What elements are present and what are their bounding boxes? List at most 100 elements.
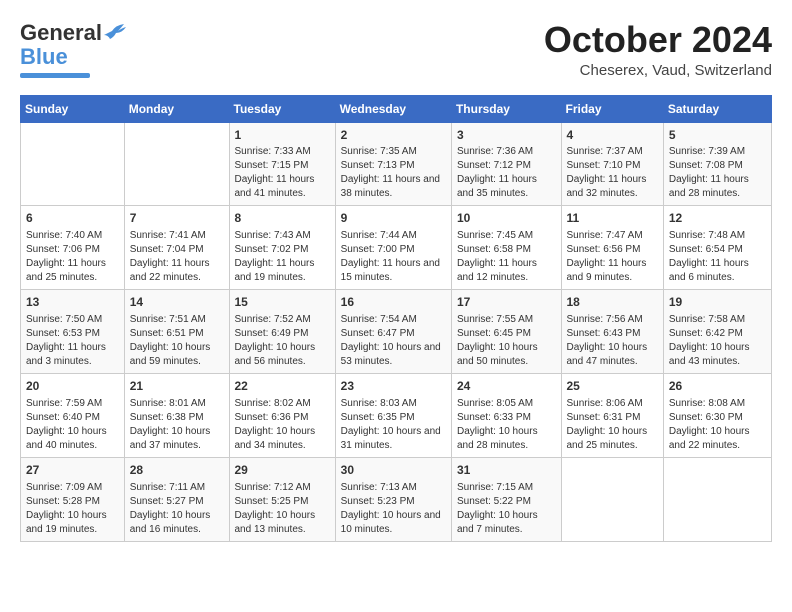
page-header: General Blue October 2024 Cheserex, Vaud… [20,20,772,79]
day-info: Sunrise: 7:56 AM Sunset: 6:43 PM Dayligh… [567,313,658,369]
day-number: 19 [669,294,766,311]
calendar-header-row: SundayMondayTuesdayWednesdayThursdayFrid… [21,95,772,122]
logo-bar [20,73,90,78]
calendar-body: 1Sunrise: 7:33 AM Sunset: 7:15 PM Daylig… [21,122,772,541]
day-number: 14 [130,294,224,311]
calendar-cell [21,122,125,206]
day-info: Sunrise: 7:11 AM Sunset: 5:27 PM Dayligh… [130,481,224,537]
calendar-cell: 11 Sunrise: 7:47 AM Sunset: 6:56 PM Dayli… [561,206,663,290]
calendar-cell: 7Sunrise: 7:41 AM Sunset: 7:04 PM Daylig… [124,206,229,290]
week-row-2: 13Sunrise: 7:50 AM Sunset: 6:53 PM Dayli… [21,290,772,374]
day-header-friday: Friday [561,95,663,122]
day-number: 25 [567,378,658,395]
day-number: 15 [235,294,330,311]
day-number: 12 [669,210,766,227]
day-header-thursday: Thursday [451,95,561,122]
day-info: Sunrise: 7:54 AM Sunset: 6:47 PM Dayligh… [341,313,446,369]
calendar-cell: 2Sunrise: 7:35 AM Sunset: 7:13 PM Daylig… [335,122,451,206]
calendar-cell: 10 Sunrise: 7:45 AM Sunset: 6:58 PM Dayli… [451,206,561,290]
day-number: 21 [130,378,224,395]
calendar-cell: 19 Sunrise: 7:58 AM Sunset: 6:42 PM Dayli… [663,290,771,374]
day-number: 24 [457,378,556,395]
day-number: 28 [130,462,224,479]
calendar-cell: 12 Sunrise: 7:48 AM Sunset: 6:54 PM Dayli… [663,206,771,290]
day-info: Sunrise: 7:51 AM Sunset: 6:51 PM Dayligh… [130,313,224,369]
calendar-cell: 20Sunrise: 7:59 AM Sunset: 6:40 PM Dayli… [21,373,125,457]
day-info: Sunrise: 7:44 AM Sunset: 7:00 PM Dayligh… [341,229,446,285]
day-info: Sunrise: 8:02 AM Sunset: 6:36 PM Dayligh… [235,397,330,453]
day-info: Sunrise: 7:52 AM Sunset: 6:49 PM Dayligh… [235,313,330,369]
calendar-cell [124,122,229,206]
calendar-cell: 1Sunrise: 7:33 AM Sunset: 7:15 PM Daylig… [229,122,335,206]
calendar-cell: 26 Sunrise: 8:08 AM Sunset: 6:30 PM Dayli… [663,373,771,457]
calendar-cell: 4Sunrise: 7:37 AM Sunset: 7:10 PM Daylig… [561,122,663,206]
day-number: 6 [26,210,119,227]
calendar-cell: 29 Sunrise: 7:12 AM Sunset: 5:25 PM Dayli… [229,457,335,541]
day-number: 8 [235,210,330,227]
day-info: Sunrise: 7:12 AM Sunset: 5:25 PM Dayligh… [235,481,330,537]
day-number: 29 [235,462,330,479]
day-info: Sunrise: 7:09 AM Sunset: 5:28 PM Dayligh… [26,481,119,537]
calendar-cell: 16 Sunrise: 7:54 AM Sunset: 6:47 PM Dayli… [335,290,451,374]
day-info: Sunrise: 7:41 AM Sunset: 7:04 PM Dayligh… [130,229,224,285]
calendar-cell: 6 Sunrise: 7:40 AM Sunset: 7:06 PM Daylig… [21,206,125,290]
day-info: Sunrise: 7:15 AM Sunset: 5:22 PM Dayligh… [457,481,556,537]
day-number: 4 [567,127,658,144]
day-header-monday: Monday [124,95,229,122]
day-number: 18 [567,294,658,311]
calendar-cell [663,457,771,541]
day-info: Sunrise: 7:35 AM Sunset: 7:13 PM Dayligh… [341,145,446,201]
day-header-wednesday: Wednesday [335,95,451,122]
day-info: Sunrise: 8:06 AM Sunset: 6:31 PM Dayligh… [567,397,658,453]
day-number: 26 [669,378,766,395]
day-number: 31 [457,462,556,479]
day-number: 22 [235,378,330,395]
week-row-0: 1Sunrise: 7:33 AM Sunset: 7:15 PM Daylig… [21,122,772,206]
calendar-cell: 17 Sunrise: 7:55 AM Sunset: 6:45 PM Dayli… [451,290,561,374]
day-info: Sunrise: 8:03 AM Sunset: 6:35 PM Dayligh… [341,397,446,453]
day-number: 2 [341,127,446,144]
day-info: Sunrise: 7:36 AM Sunset: 7:12 PM Dayligh… [457,145,556,201]
day-info: Sunrise: 7:39 AM Sunset: 7:08 PM Dayligh… [669,145,766,201]
week-row-3: 20Sunrise: 7:59 AM Sunset: 6:40 PM Dayli… [21,373,772,457]
calendar-cell: 9 Sunrise: 7:44 AM Sunset: 7:00 PM Daylig… [335,206,451,290]
day-number: 5 [669,127,766,144]
day-info: Sunrise: 7:47 AM Sunset: 6:56 PM Dayligh… [567,229,658,285]
calendar-cell: 23Sunrise: 8:03 AM Sunset: 6:35 PM Dayli… [335,373,451,457]
day-number: 17 [457,294,556,311]
day-number: 10 [457,210,556,227]
calendar-cell: 3Sunrise: 7:36 AM Sunset: 7:12 PM Daylig… [451,122,561,206]
day-number: 13 [26,294,119,311]
day-number: 11 [567,210,658,227]
day-number: 30 [341,462,446,479]
day-info: Sunrise: 7:13 AM Sunset: 5:23 PM Dayligh… [341,481,446,537]
day-info: Sunrise: 7:55 AM Sunset: 6:45 PM Dayligh… [457,313,556,369]
day-header-saturday: Saturday [663,95,771,122]
day-info: Sunrise: 8:01 AM Sunset: 6:38 PM Dayligh… [130,397,224,453]
day-header-tuesday: Tuesday [229,95,335,122]
day-info: Sunrise: 7:48 AM Sunset: 6:54 PM Dayligh… [669,229,766,285]
calendar-cell: 21 Sunrise: 8:01 AM Sunset: 6:38 PM Dayli… [124,373,229,457]
calendar-cell: 18 Sunrise: 7:56 AM Sunset: 6:43 PM Dayli… [561,290,663,374]
logo-blue-text: Blue [20,44,68,70]
day-number: 16 [341,294,446,311]
calendar-cell: 8 Sunrise: 7:43 AM Sunset: 7:02 PM Daylig… [229,206,335,290]
day-info: Sunrise: 7:58 AM Sunset: 6:42 PM Dayligh… [669,313,766,369]
day-header-sunday: Sunday [21,95,125,122]
calendar-cell: 24 Sunrise: 8:05 AM Sunset: 6:33 PM Dayli… [451,373,561,457]
week-row-4: 27Sunrise: 7:09 AM Sunset: 5:28 PM Dayli… [21,457,772,541]
calendar-cell: 27Sunrise: 7:09 AM Sunset: 5:28 PM Dayli… [21,457,125,541]
day-info: Sunrise: 7:40 AM Sunset: 7:06 PM Dayligh… [26,229,119,285]
calendar-cell: 28 Sunrise: 7:11 AM Sunset: 5:27 PM Dayli… [124,457,229,541]
day-number: 1 [235,127,330,144]
calendar-cell: 15 Sunrise: 7:52 AM Sunset: 6:49 PM Dayli… [229,290,335,374]
day-info: Sunrise: 8:05 AM Sunset: 6:33 PM Dayligh… [457,397,556,453]
day-info: Sunrise: 7:45 AM Sunset: 6:58 PM Dayligh… [457,229,556,285]
day-info: Sunrise: 7:43 AM Sunset: 7:02 PM Dayligh… [235,229,330,285]
day-info: Sunrise: 7:33 AM Sunset: 7:15 PM Dayligh… [235,145,330,201]
day-info: Sunrise: 8:08 AM Sunset: 6:30 PM Dayligh… [669,397,766,453]
calendar-cell: 31 Sunrise: 7:15 AM Sunset: 5:22 PM Dayli… [451,457,561,541]
location-title: Cheserex, Vaud, Switzerland [544,62,772,79]
logo: General Blue [20,20,126,78]
day-number: 9 [341,210,446,227]
